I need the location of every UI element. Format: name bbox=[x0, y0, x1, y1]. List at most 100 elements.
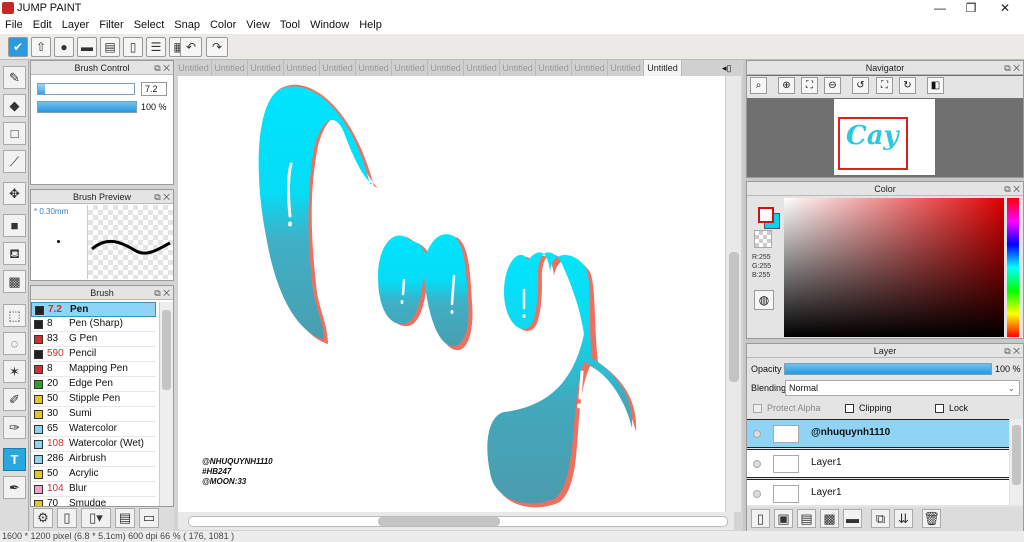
layer-opacity-slider[interactable] bbox=[784, 363, 992, 375]
page-icon[interactable]: ▯ bbox=[123, 37, 143, 57]
text-tool-icon[interactable]: T bbox=[3, 448, 26, 471]
close-button[interactable]: ✕ bbox=[990, 0, 1020, 17]
document-tab[interactable]: Untitled bbox=[428, 60, 464, 76]
layer-list-scrollbar[interactable] bbox=[1010, 419, 1023, 505]
document-tab[interactable]: Untitled bbox=[608, 60, 644, 76]
rectangle-tool-icon[interactable]: □ bbox=[3, 122, 26, 145]
transparent-color-swatch[interactable] bbox=[754, 230, 772, 248]
upload-icon[interactable]: ⇧ bbox=[31, 37, 51, 57]
document-icon[interactable]: ▤ bbox=[100, 37, 120, 57]
brush-item[interactable]: 70 Smudge bbox=[31, 497, 156, 506]
panel-close-icon[interactable]: ⧉ ✕ bbox=[154, 61, 170, 75]
new-halftone-layer-icon[interactable]: ▩ bbox=[820, 509, 839, 528]
chat-icon[interactable]: ● bbox=[54, 37, 74, 57]
document-tab[interactable]: Untitled bbox=[248, 60, 284, 76]
document-tab[interactable]: Untitled bbox=[644, 60, 682, 76]
document-tab[interactable]: Untitled bbox=[464, 60, 500, 76]
menu-help[interactable]: Help bbox=[354, 17, 387, 34]
gradient-tool-icon[interactable]: ▩ bbox=[3, 270, 26, 293]
document-tab[interactable]: Untitled bbox=[572, 60, 608, 76]
check-icon[interactable]: ✔ bbox=[8, 37, 28, 57]
brush-item[interactable]: 7.2 Pen bbox=[31, 302, 156, 317]
brush-folder-icon[interactable]: ▭ bbox=[139, 508, 159, 528]
brush-list-scrollbar[interactable] bbox=[159, 302, 173, 506]
brush-menu-icon[interactable]: ▯▾ bbox=[81, 508, 111, 528]
reset-view-icon[interactable]: ⛶ bbox=[876, 77, 893, 94]
document-tab[interactable]: Untitled bbox=[500, 60, 536, 76]
document-tab[interactable]: Untitled bbox=[320, 60, 356, 76]
layer-row[interactable]: Layer1 bbox=[747, 449, 1009, 478]
brush-item[interactable]: 83 G Pen bbox=[31, 332, 156, 347]
panel-close-icon[interactable]: ⧉ ✕ bbox=[1004, 61, 1020, 75]
rotate-right-icon[interactable]: ↻ bbox=[899, 77, 916, 94]
zoom-out-icon[interactable]: ⊖ bbox=[824, 77, 841, 94]
menu-filter[interactable]: Filter bbox=[94, 17, 128, 34]
blending-select[interactable]: Normal ⌄ bbox=[785, 380, 1020, 396]
panel-close-icon[interactable]: ⧉ ✕ bbox=[1004, 182, 1020, 196]
menu-color[interactable]: Color bbox=[205, 17, 241, 34]
fit-icon[interactable]: ⛶ bbox=[801, 77, 818, 94]
delete-layer-icon[interactable]: 🗑 bbox=[922, 509, 941, 528]
menu-layer[interactable]: Layer bbox=[57, 17, 95, 34]
select-rect-tool-icon[interactable]: ⬚ bbox=[3, 304, 26, 327]
eyedropper-tool-icon[interactable]: ✒ bbox=[3, 476, 26, 499]
flip-icon[interactable]: ◧ bbox=[927, 77, 944, 94]
brush-item[interactable]: 108 Watercolor (Wet) bbox=[31, 437, 156, 452]
canvas-vertical-scrollbar[interactable] bbox=[725, 76, 741, 512]
document-tab[interactable]: Untitled bbox=[176, 60, 212, 76]
brush-item[interactable]: 50 Acrylic bbox=[31, 467, 156, 482]
brush-size-slider[interactable] bbox=[37, 83, 135, 95]
foreground-color-swatch[interactable] bbox=[758, 207, 774, 223]
magic-wand-tool-icon[interactable]: ✶ bbox=[3, 360, 26, 383]
move-tool-icon[interactable]: ✥ bbox=[3, 182, 26, 205]
zoom-icon[interactable]: ⌕ bbox=[750, 77, 767, 94]
tab-scroll-arrows[interactable]: ◂▯ bbox=[722, 60, 742, 76]
pen-tool-icon[interactable]: ✎ bbox=[3, 66, 26, 89]
layer-row[interactable]: @nhuquynh1110 bbox=[747, 419, 1009, 448]
navigator-thumbnail[interactable]: Cay bbox=[834, 99, 935, 175]
saturation-value-picker[interactable] bbox=[784, 198, 1004, 337]
menu-select[interactable]: Select bbox=[129, 17, 170, 34]
document-tab[interactable]: Untitled bbox=[392, 60, 428, 76]
undo-button[interactable]: ↶ bbox=[180, 37, 202, 57]
menu-edit[interactable]: Edit bbox=[28, 17, 57, 34]
protect-alpha-checkbox[interactable] bbox=[753, 404, 762, 413]
brush-opacity-slider[interactable] bbox=[37, 101, 137, 113]
menu-tool[interactable]: Tool bbox=[275, 17, 305, 34]
palette-icon[interactable]: ◍ bbox=[754, 290, 774, 310]
rotate-left-icon[interactable]: ↺ bbox=[852, 77, 869, 94]
layer-row[interactable]: Layer1 bbox=[747, 479, 1009, 505]
canvas-horizontal-scrollbar[interactable] bbox=[178, 512, 734, 530]
redo-button[interactable]: ↷ bbox=[206, 37, 228, 57]
brush-item[interactable]: 104 Blur bbox=[31, 482, 156, 497]
new-folder-icon[interactable]: ▬ bbox=[843, 509, 862, 528]
comment-icon[interactable]: ▬ bbox=[77, 37, 97, 57]
brush-item[interactable]: 8 Mapping Pen bbox=[31, 362, 156, 377]
panel-close-icon[interactable]: ⧉ ✕ bbox=[154, 190, 170, 204]
color-swatches[interactable] bbox=[758, 207, 780, 229]
merge-layer-icon[interactable]: ⇊ bbox=[894, 509, 913, 528]
new-brush-icon[interactable]: ▯ bbox=[57, 508, 77, 528]
new-raster-layer-icon[interactable]: ▣ bbox=[774, 509, 793, 528]
brush-item[interactable]: 50 Stipple Pen bbox=[31, 392, 156, 407]
eraser-tool-icon[interactable]: ◆ bbox=[3, 94, 26, 117]
new-text-layer-icon[interactable]: ▤ bbox=[797, 509, 816, 528]
brush-item[interactable]: 590 Pencil bbox=[31, 347, 156, 362]
select-pen-tool-icon[interactable]: ✐ bbox=[3, 388, 26, 411]
layer-visibility-icon[interactable] bbox=[753, 490, 761, 498]
layer-visibility-icon[interactable] bbox=[753, 460, 761, 468]
document-tab[interactable]: Untitled bbox=[356, 60, 392, 76]
panel-close-icon[interactable]: ⧉ ✕ bbox=[154, 286, 170, 300]
brush-item[interactable]: 65 Watercolor bbox=[31, 422, 156, 437]
hue-slider[interactable] bbox=[1007, 198, 1019, 337]
menu-view[interactable]: View bbox=[241, 17, 275, 34]
layer-visibility-icon[interactable] bbox=[753, 430, 761, 438]
maximize-button[interactable]: ❐ bbox=[956, 0, 986, 17]
panel-close-icon[interactable]: ⧉ ✕ bbox=[1004, 344, 1020, 358]
document-tab[interactable]: Untitled bbox=[536, 60, 572, 76]
line-tool-icon[interactable]: ⟋ bbox=[3, 150, 26, 173]
menu-window[interactable]: Window bbox=[305, 17, 354, 34]
document-tab[interactable]: Untitled bbox=[212, 60, 248, 76]
list-icon[interactable]: ☰ bbox=[146, 37, 166, 57]
bucket-tool-icon[interactable]: ⛾ bbox=[3, 242, 26, 265]
